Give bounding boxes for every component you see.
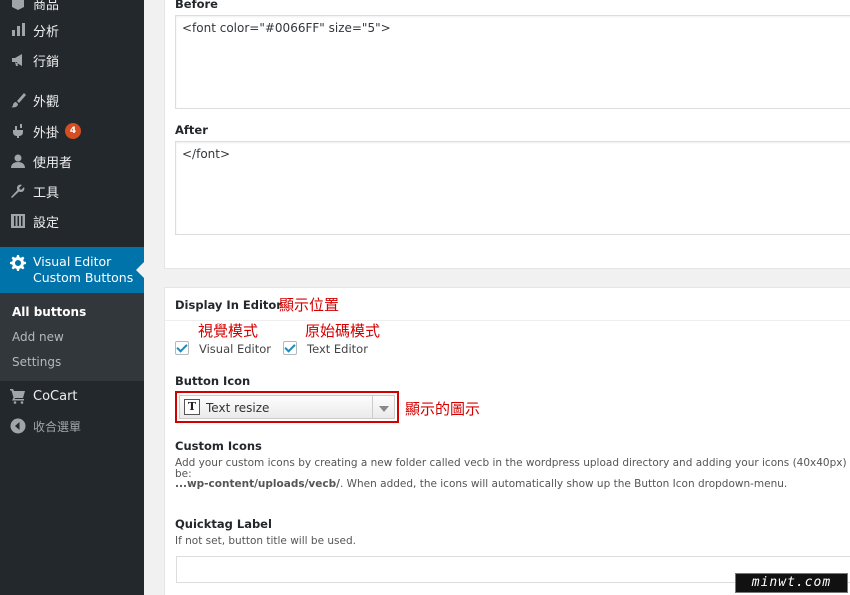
menu-label: 外掛 — [33, 125, 60, 141]
wrench-icon — [10, 183, 26, 199]
quicktag-label: Quicktag Label — [175, 517, 272, 531]
active-menu-label: Visual Editor Custom Buttons — [33, 254, 133, 286]
text-resize-icon: T — [184, 399, 200, 415]
button-icon-selected-value: Text resize — [206, 401, 270, 415]
menu-label: 收合選單 — [33, 419, 82, 434]
product-icon — [10, 0, 26, 11]
paintbrush-icon — [10, 92, 26, 108]
visual-editor-checkbox[interactable] — [175, 341, 189, 355]
user-icon — [10, 153, 26, 169]
menu-item-settings[interactable]: 設定 — [0, 206, 144, 236]
menu-label: 設定 — [33, 215, 60, 231]
menu-label: 分析 — [33, 24, 60, 40]
button-icon-highlight: T Text resize — [175, 391, 399, 423]
menu-item-plugins[interactable]: 外掛 4 — [0, 116, 144, 146]
admin-sidebar: 商品 分析 行銷 外觀 外掛 4 使用者 工具 設定 Visual Editor… — [0, 0, 144, 595]
after-textarea[interactable]: </font> — [175, 141, 850, 235]
before-label: Before — [175, 0, 218, 11]
cart-icon — [10, 388, 26, 404]
annotation-source-mode: 原始碼模式 — [305, 322, 381, 340]
active-menu-line2: Custom Buttons — [33, 270, 134, 285]
chart-bars-icon — [10, 22, 26, 38]
collapse-menu-button[interactable]: 收合選單 — [0, 411, 144, 441]
submenu: All buttons Add new Settings — [0, 293, 144, 381]
plugin-icon — [10, 123, 26, 139]
annotation-visual-mode: 視覺模式 — [198, 322, 259, 340]
submenu-all-buttons[interactable]: All buttons — [12, 305, 86, 319]
menu-item-visual-editor-custom-buttons[interactable]: Visual Editor Custom Buttons — [0, 247, 144, 293]
annotation-display-position: 顯示位置 — [279, 296, 340, 314]
active-menu-line1: Visual Editor — [33, 254, 112, 269]
menu-item-appearance[interactable]: 外觀 — [0, 85, 144, 115]
megaphone-icon — [10, 52, 26, 68]
options-panel — [164, 287, 850, 595]
visual-editor-label: Visual Editor — [199, 342, 272, 356]
collapse-icon — [10, 418, 26, 434]
chevron-down-icon[interactable] — [372, 396, 394, 418]
submenu-settings[interactable]: Settings — [12, 355, 61, 369]
custom-icons-description: Add your custom icons by creating a new … — [175, 457, 850, 469]
upload-path: ...wp-content/uploads/vecb/ — [175, 478, 340, 490]
submenu-add-new[interactable]: Add new — [12, 330, 64, 344]
menu-label: 商品 — [33, 0, 60, 13]
gear-icon — [10, 255, 26, 271]
after-label: After — [175, 123, 208, 137]
menu-item-cocart[interactable]: CoCart — [0, 381, 144, 411]
menu-label: 行銷 — [33, 54, 60, 70]
menu-item-marketing[interactable]: 行銷 — [0, 45, 144, 75]
menu-item-analytics[interactable]: 分析 — [0, 15, 144, 45]
section-divider — [165, 320, 850, 321]
custom-icons-path-line: ...wp-content/uploads/vecb/. When added,… — [175, 479, 787, 490]
button-icon-select[interactable]: T Text resize — [179, 395, 395, 419]
update-count-badge: 4 — [65, 123, 82, 139]
custom-icons-label: Custom Icons — [175, 439, 262, 453]
text-editor-checkbox[interactable] — [283, 341, 297, 355]
settings-sliders-icon — [10, 213, 26, 229]
menu-label: 外觀 — [33, 94, 60, 110]
custom-icons-note: . When added, the icons will automatical… — [339, 478, 788, 490]
watermark-logo: minwt.com — [735, 573, 848, 593]
button-icon-label: Button Icon — [175, 374, 251, 388]
annotation-display-icon: 顯示的圖示 — [405, 400, 481, 418]
quicktag-description: If not set, button title will be used. — [175, 535, 356, 547]
menu-label: 工具 — [33, 185, 60, 201]
active-menu-arrow — [136, 262, 144, 278]
display-in-editor-label: Display In Editor — [175, 298, 282, 312]
menu-item-users[interactable]: 使用者 — [0, 146, 144, 176]
menu-label: 使用者 — [33, 155, 73, 171]
before-textarea[interactable]: <font color="#0066FF" size="5"> — [175, 15, 850, 109]
menu-label: CoCart — [33, 388, 78, 404]
text-editor-label: Text Editor — [307, 342, 368, 356]
menu-item-tools[interactable]: 工具 — [0, 176, 144, 206]
